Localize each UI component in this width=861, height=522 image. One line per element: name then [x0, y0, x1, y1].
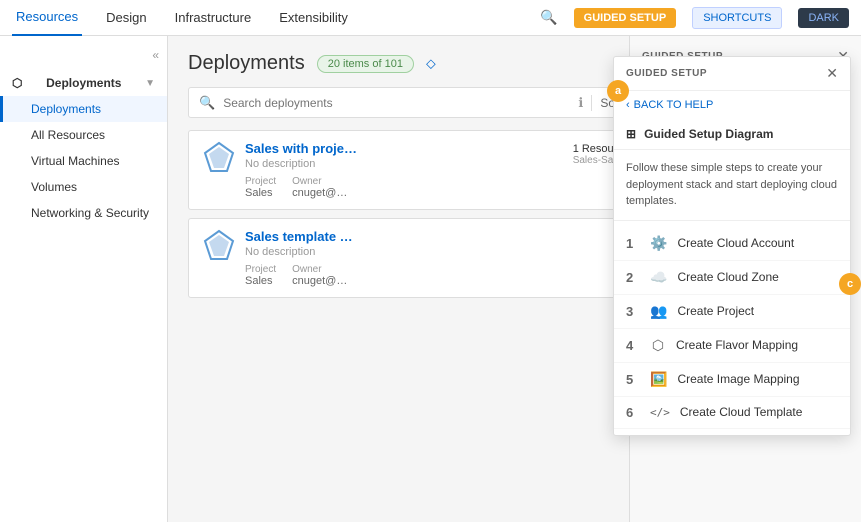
project-label-2: Project — [245, 264, 276, 275]
diagram-label: Guided Setup Diagram — [644, 127, 773, 141]
sidebar-group-header[interactable]: ⬡ Deployments ▼ — [0, 70, 167, 96]
step-2[interactable]: 2 ☁️ Create Cloud Zone — [614, 261, 850, 295]
card-body-1: Sales with proje… No description Project… — [245, 141, 563, 199]
project-value-1: Sales — [245, 187, 273, 199]
step-3[interactable]: 3 👥 Create Project — [614, 295, 850, 329]
sidebar-item-deployments[interactable]: Deployments — [0, 96, 167, 122]
nav-design[interactable]: Design — [102, 0, 150, 36]
guided-front-back-link[interactable]: ‹ BACK TO HELP — [626, 99, 838, 111]
step-4-num: 4 — [626, 338, 640, 353]
deployment-icon-2 — [203, 229, 235, 261]
sidebar-group-label: Deployments — [46, 76, 121, 90]
nav-search-area: 🔍 GUIDED SETUP SHORTCUTS DARK — [540, 7, 849, 29]
card-desc-1: No description — [245, 158, 563, 170]
owner-field-1: Owner cnuget@… — [292, 176, 347, 199]
main-layout: « ⬡ Deployments ▼ Deployments All Resour… — [0, 36, 861, 522]
items-count-badge: 20 items of 101 — [317, 55, 414, 73]
step-4-icon: ⬡ — [650, 337, 666, 354]
nav-resources[interactable]: Resources — [12, 0, 82, 36]
chevron-down-icon: ▼ — [145, 78, 155, 89]
guided-setup-button[interactable]: GUIDED SETUP — [574, 8, 677, 28]
step-5-num: 5 — [626, 372, 640, 387]
step-6-label: Create Cloud Template — [680, 405, 803, 419]
toolbar-divider — [591, 95, 592, 111]
step-5-label: Create Image Mapping — [677, 372, 799, 386]
step-2-icon: ☁️ — [650, 269, 667, 286]
guided-front-title: GUIDED SETUP — [626, 68, 707, 79]
callout-badge-a: a — [607, 80, 629, 102]
step-1[interactable]: 1 ⚙️ Create Cloud Account — [614, 227, 850, 261]
project-label-1: Project — [245, 176, 276, 187]
step-1-label: Create Cloud Account — [677, 236, 794, 250]
search-input[interactable] — [223, 96, 570, 110]
sidebar-collapse-button[interactable]: « — [0, 44, 167, 66]
project-value-2: Sales — [245, 275, 273, 287]
deployment-icon-1 — [203, 141, 235, 173]
step-4[interactable]: 4 ⬡ Create Flavor Mapping — [614, 329, 850, 363]
setup-steps-list: 1 ⚙️ Create Cloud Account 2 ☁️ Create Cl… — [614, 221, 850, 435]
step-3-icon: 👥 — [650, 303, 667, 320]
sidebar-item-volumes[interactable]: Volumes — [0, 174, 167, 200]
step-5-icon: 🖼️ — [650, 371, 667, 388]
info-icon: ℹ — [578, 95, 583, 111]
owner-value-2: cnuget@… — [292, 275, 347, 287]
guided-front-close-button[interactable]: ✕ — [826, 65, 838, 82]
step-4-label: Create Flavor Mapping — [676, 338, 798, 352]
nav-infrastructure[interactable]: Infrastructure — [171, 0, 256, 36]
card-meta-2: Project Sales Owner cnuget@… — [245, 264, 610, 287]
nav-extensibility[interactable]: Extensibility — [275, 0, 352, 36]
owner-value-1: cnuget@… — [292, 187, 347, 199]
owner-label-1: Owner — [292, 176, 347, 187]
page-title: Deployments — [188, 52, 305, 75]
step-1-num: 1 — [626, 236, 640, 251]
card-title-1[interactable]: Sales with proje… — [245, 141, 563, 156]
sidebar: « ⬡ Deployments ▼ Deployments All Resour… — [0, 36, 168, 522]
step-1-icon: ⚙️ — [650, 235, 667, 252]
callout-badge-c: c — [839, 273, 861, 295]
card-meta-1: Project Sales Owner cnuget@… — [245, 176, 563, 199]
step-3-num: 3 — [626, 304, 640, 319]
card-body-2: Sales template … No description Project … — [245, 229, 610, 287]
project-field-1: Project Sales — [245, 176, 276, 199]
step-6[interactable]: 6 </> Create Cloud Template — [614, 397, 850, 429]
step-2-num: 2 — [626, 270, 640, 285]
card-title-2[interactable]: Sales template … — [245, 229, 610, 244]
setup-intro-text: Follow these simple steps to create your… — [614, 150, 850, 221]
sidebar-item-virtual-machines[interactable]: Virtual Machines — [0, 148, 167, 174]
front-back-label: BACK TO HELP — [634, 99, 714, 111]
shortcuts-button[interactable]: SHORTCUTS — [692, 7, 782, 29]
guided-front-header: GUIDED SETUP ✕ — [614, 57, 850, 91]
sidebar-item-all-resources[interactable]: All Resources — [0, 122, 167, 148]
step-6-icon: </> — [650, 406, 670, 419]
back-arrow-icon: ‹ — [626, 99, 630, 111]
project-field-2: Project Sales — [245, 264, 276, 287]
step-6-num: 6 — [626, 405, 640, 420]
card-desc-2: No description — [245, 246, 610, 258]
owner-field-2: Owner cnuget@… — [292, 264, 347, 287]
diagram-icon: ⊞ — [626, 127, 636, 141]
search-icon[interactable]: 🔍 — [540, 9, 557, 26]
step-2-label: Create Cloud Zone — [677, 270, 778, 284]
sidebar-group-icon: ⬡ — [12, 76, 22, 90]
content-area: Deployments 20 items of 101 ⬦ 🔍 ℹ Sort: … — [168, 36, 861, 522]
search-icon: 🔍 — [199, 95, 215, 111]
top-navigation: Resources Design Infrastructure Extensib… — [0, 0, 861, 36]
step-3-label: Create Project — [677, 304, 754, 318]
filter-icon[interactable]: ⬦ — [426, 55, 436, 72]
dark-mode-button[interactable]: DARK — [798, 8, 849, 28]
sidebar-group-deployments: ⬡ Deployments ▼ Deployments All Resource… — [0, 66, 167, 230]
owner-label-2: Owner — [292, 264, 347, 275]
step-5[interactable]: 5 🖼️ Create Image Mapping — [614, 363, 850, 397]
guided-panel-front: GUIDED SETUP ✕ ‹ BACK TO HELP ⊞ Guided S… — [613, 56, 851, 436]
setup-diagram-button[interactable]: ⊞ Guided Setup Diagram — [614, 119, 850, 150]
sidebar-item-networking-security[interactable]: Networking & Security — [0, 200, 167, 226]
